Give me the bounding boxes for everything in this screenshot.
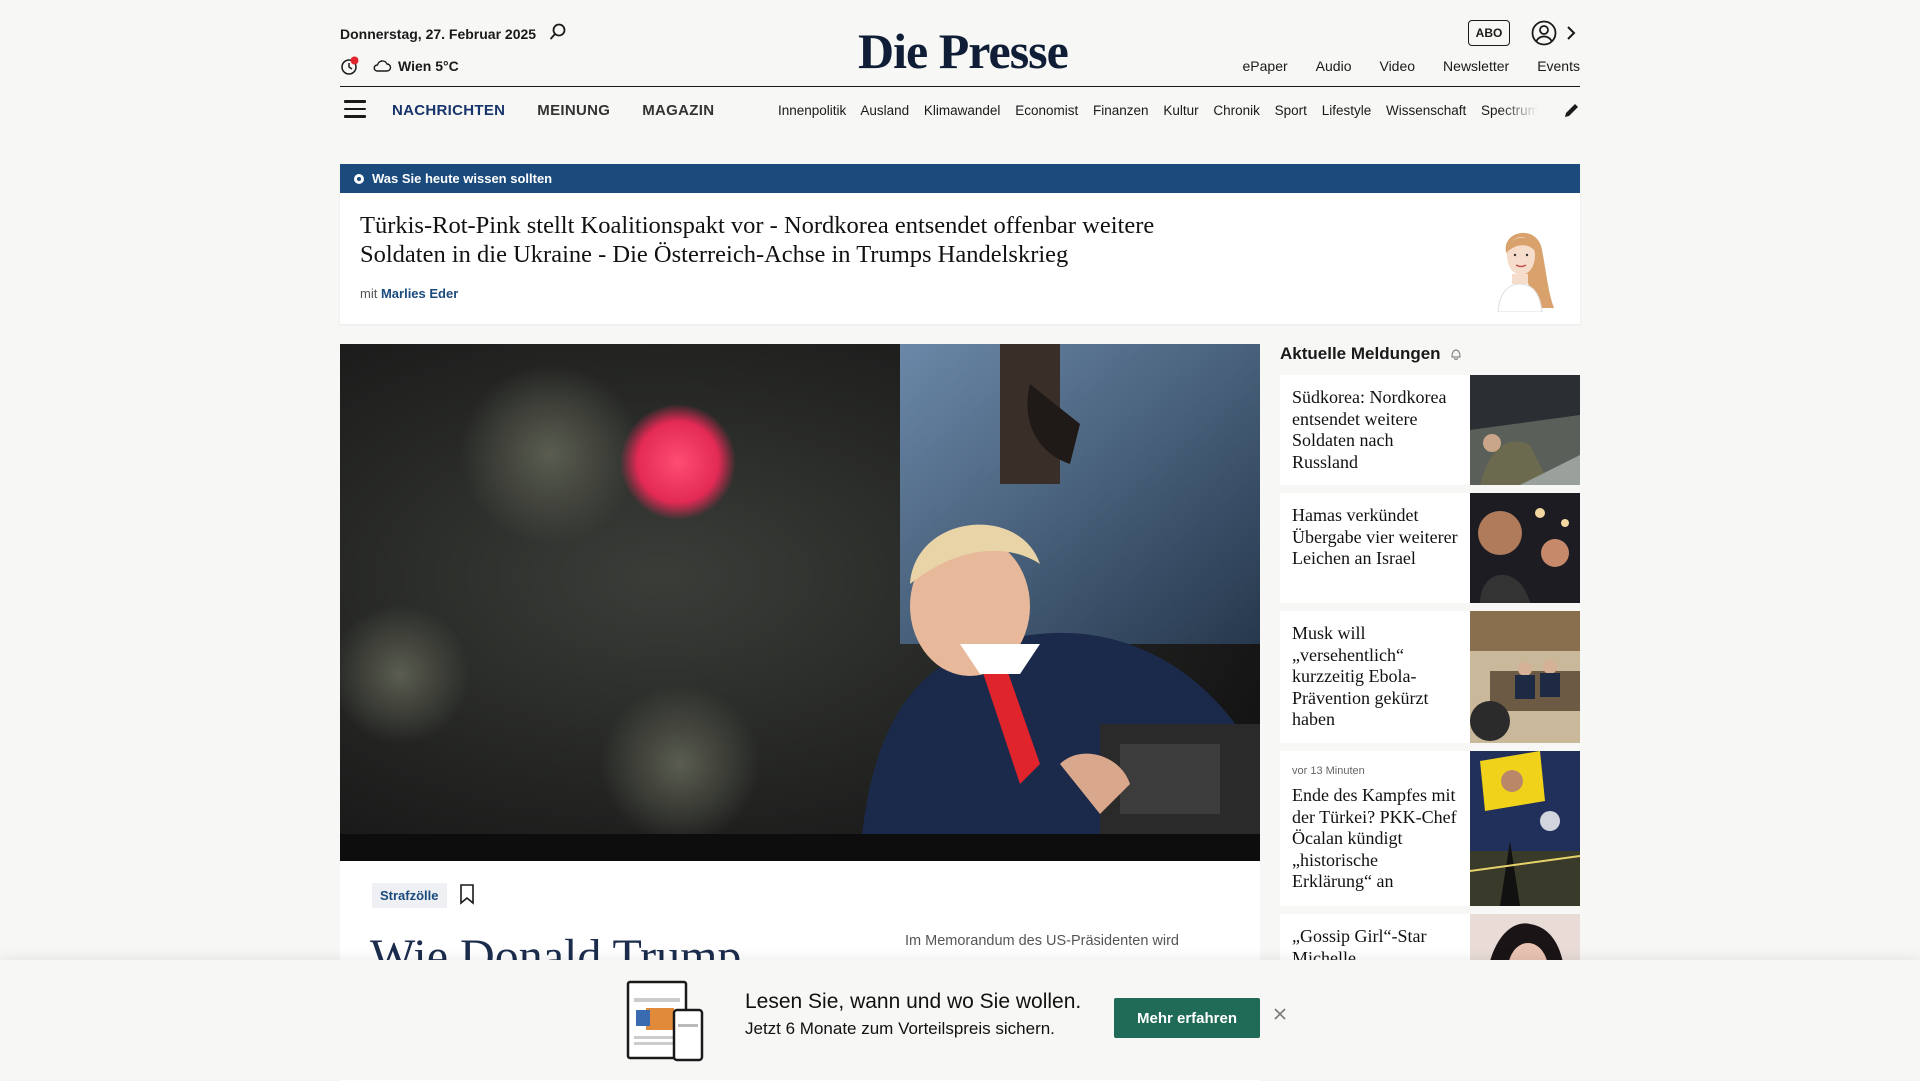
chevron-right-icon[interactable] xyxy=(1564,22,1578,44)
latest-news-heading: Aktuelle Meldungen xyxy=(1280,344,1463,364)
author-portrait-illustration xyxy=(1497,232,1554,312)
news-headline[interactable]: Musk will „versehentlich“ kurzzeitig Ebo… xyxy=(1292,623,1462,731)
news-ticker-icon[interactable] xyxy=(340,56,360,76)
bell-icon[interactable] xyxy=(1449,347,1463,361)
promo-subline: Jetzt 6 Monate zum Vorteilspreis sichern… xyxy=(745,1019,1055,1038)
top-links: ePaper Audio Video Newsletter Events xyxy=(1243,58,1580,74)
menu-icon[interactable] xyxy=(344,100,366,118)
search-icon[interactable] xyxy=(548,22,568,42)
news-item[interactable]: Südkorea: Nordkorea entsendet weitere So… xyxy=(1280,375,1580,485)
briefing-label: Was Sie heute wissen sollten xyxy=(372,171,553,186)
site-logo[interactable]: Die Presse xyxy=(858,22,1069,80)
nav-cat-sport[interactable]: Sport xyxy=(1275,103,1307,118)
nav-cat-economist[interactable]: Economist xyxy=(1015,103,1078,118)
news-item[interactable]: Hamas verkündet Übergabe vier weiterer L… xyxy=(1280,493,1580,603)
weather-text: Wien 5°C xyxy=(398,58,459,74)
photo-illustration xyxy=(340,344,1260,861)
news-thumbnail xyxy=(1470,751,1580,906)
nav-categories: Innenpolitik Ausland Klimawandel Economi… xyxy=(778,103,1538,118)
author-prefix: mit xyxy=(360,286,378,301)
link-video[interactable]: Video xyxy=(1379,58,1415,74)
news-headline[interactable]: Hamas verkündet Übergabe vier weiterer L… xyxy=(1292,505,1462,570)
category-tag[interactable]: Strafzölle xyxy=(372,883,447,908)
lead-teaser: Im Memorandum des US-Präsidenten wird xyxy=(905,933,1179,949)
nav-cat-klimawandel[interactable]: Klimawandel xyxy=(924,103,1001,118)
briefing-author: mit Marlies Eder xyxy=(360,286,458,301)
site-header: Donnerstag, 27. Februar 2025 Wien 5°C Di… xyxy=(0,0,1920,132)
link-epaper[interactable]: ePaper xyxy=(1243,58,1288,74)
nav-item-meinung[interactable]: MEINUNG xyxy=(537,102,610,119)
news-thumbnail xyxy=(1470,375,1580,485)
nav-item-nachrichten[interactable]: NACHRICHTEN xyxy=(392,102,505,119)
link-audio[interactable]: Audio xyxy=(1316,58,1352,74)
nav-cat-lifestyle[interactable]: Lifestyle xyxy=(1322,103,1372,118)
link-events[interactable]: Events xyxy=(1537,58,1580,74)
nav-fade-overlay xyxy=(1500,96,1538,124)
main-navigation: NACHRICHTEN MEINUNG MAGAZIN Innenpolitik… xyxy=(340,96,1580,124)
news-thumbnail xyxy=(1470,611,1580,743)
nav-cat-kultur[interactable]: Kultur xyxy=(1163,103,1198,118)
news-thumbnail xyxy=(1470,493,1580,603)
header-divider xyxy=(340,86,1580,87)
nav-cat-wissenschaft[interactable]: Wissenschaft xyxy=(1386,103,1466,118)
daily-briefing[interactable]: Was Sie heute wissen sollten Türkis-Rot-… xyxy=(340,164,1580,324)
abo-button[interactable]: ABO xyxy=(1468,20,1510,46)
radio-dot-icon xyxy=(354,173,364,184)
pen-icon[interactable] xyxy=(1562,100,1582,120)
epaper-device-illustration xyxy=(626,980,704,1062)
nav-cat-ausland[interactable]: Ausland xyxy=(860,103,909,118)
mehr-erfahren-button[interactable]: Mehr erfahren xyxy=(1114,998,1260,1038)
bookmark-icon[interactable] xyxy=(458,883,476,905)
subscription-banner: Lesen Sie, wann und wo Sie wollen. Jetzt… xyxy=(0,960,1920,1080)
link-newsletter[interactable]: Newsletter xyxy=(1443,58,1509,74)
nav-cat-chronik[interactable]: Chronik xyxy=(1213,103,1260,118)
news-item[interactable]: vor 13 Minuten Ende des Kampfes mit der … xyxy=(1280,751,1580,906)
author-name[interactable]: Marlies Eder xyxy=(381,286,458,301)
nav-item-magazin[interactable]: MAGAZIN xyxy=(642,102,714,119)
nav-sections: NACHRICHTEN MEINUNG MAGAZIN xyxy=(392,102,714,119)
cloud-icon xyxy=(373,60,392,72)
latest-news-title: Aktuelle Meldungen xyxy=(1280,344,1441,363)
weather-widget[interactable]: Wien 5°C xyxy=(372,58,459,74)
current-date: Donnerstag, 27. Februar 2025 xyxy=(340,26,537,42)
close-icon[interactable] xyxy=(1272,1006,1288,1022)
briefing-bar: Was Sie heute wissen sollten xyxy=(340,164,1580,193)
user-account-icon[interactable] xyxy=(1531,20,1557,46)
nav-cat-innenpolitik[interactable]: Innenpolitik xyxy=(778,103,846,118)
news-headline[interactable]: Ende des Kampfes mit der Türkei? PKK-Che… xyxy=(1292,785,1462,893)
lead-article-photo[interactable] xyxy=(340,344,1260,861)
news-item[interactable]: Musk will „versehentlich“ kurzzeitig Ebo… xyxy=(1280,611,1580,743)
briefing-headline[interactable]: Türkis-Rot-Pink stellt Koalitionspakt vo… xyxy=(360,211,1220,269)
news-timestamp: vor 13 Minuten xyxy=(1292,765,1365,777)
promo-headline: Lesen Sie, wann und wo Sie wollen. xyxy=(745,990,1082,1013)
news-headline[interactable]: Südkorea: Nordkorea entsendet weitere So… xyxy=(1292,387,1462,473)
nav-cat-finanzen[interactable]: Finanzen xyxy=(1093,103,1149,118)
